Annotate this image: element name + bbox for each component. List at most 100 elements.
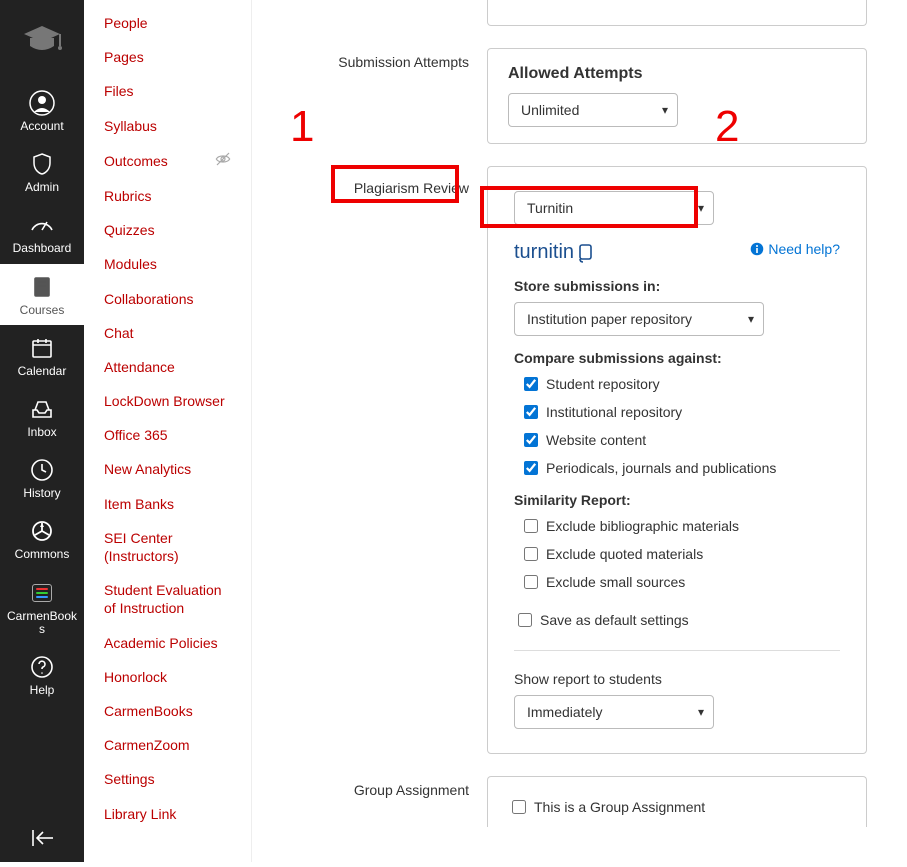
nav-account[interactable]: Account (0, 80, 84, 141)
course-nav-item-label: Collaborations (104, 290, 194, 308)
compare-checkbox-label: Website content (546, 432, 646, 448)
global-nav: Account Admin Dashboard Courses Calendar (0, 0, 84, 862)
assignment-settings-form: Submission Attempts Allowed Attempts Unl… (252, 0, 907, 867)
course-nav-item-label: Settings (104, 770, 155, 788)
info-icon (750, 242, 764, 256)
course-nav-item-label: Student Evaluation of Instruction (104, 581, 231, 617)
course-nav-item[interactable]: Item Banks (84, 487, 251, 521)
turnitin-flag-icon (576, 242, 598, 264)
compare-checkbox[interactable] (524, 433, 538, 447)
graduation-cap-icon (20, 22, 64, 58)
course-nav-item[interactable]: Library Link (84, 797, 251, 831)
course-nav-item[interactable]: Honorlock (84, 660, 251, 694)
course-nav-item-label: Library Link (104, 805, 176, 823)
course-nav-item[interactable]: SEI Center (Instructors) (84, 521, 251, 573)
course-nav-item-label: SEI Center (Instructors) (104, 529, 231, 565)
compare-against-label: Compare submissions against: (514, 350, 840, 366)
course-nav-item[interactable]: Student Evaluation of Instruction (84, 573, 251, 625)
course-nav-item[interactable]: Quizzes (84, 213, 251, 247)
course-nav-item-label: New Analytics (104, 460, 191, 478)
save-default-label: Save as default settings (540, 612, 689, 628)
shield-icon (29, 151, 55, 177)
course-nav-item-label: Chat (104, 324, 134, 342)
store-submissions-label: Store submissions in: (514, 278, 840, 294)
allowed-attempts-select[interactable]: Unlimited ▾ (508, 93, 678, 127)
course-nav-item-label: LockDown Browser (104, 392, 225, 410)
clock-icon (29, 457, 55, 483)
similarity-checkbox[interactable] (524, 519, 538, 533)
divider (514, 650, 840, 651)
course-nav-item-label: CarmenZoom (104, 736, 190, 754)
hidden-eye-icon (215, 151, 231, 171)
course-sidebar[interactable]: People Pages Files SyllabusOutcomes Rubrics Q… (84, 0, 252, 862)
similarity-checkbox-label: Exclude bibliographic materials (546, 518, 739, 534)
course-nav-item-label: Honorlock (104, 668, 167, 686)
compare-checkbox[interactable] (524, 377, 538, 391)
save-default-checkbox[interactable] (518, 613, 532, 627)
plagiarism-review-label: Plagiarism Review (354, 180, 469, 196)
nav-dashboard[interactable]: Dashboard (0, 202, 84, 263)
book-icon (29, 274, 55, 300)
course-nav-item-label: Quizzes (104, 221, 155, 239)
course-nav-item-label: Files (104, 82, 134, 100)
course-nav-item[interactable]: Chat (84, 316, 251, 350)
course-nav-item[interactable]: Attendance (84, 350, 251, 384)
course-nav-item-label: People (104, 14, 148, 32)
group-assignment-checkbox-label: This is a Group Assignment (534, 799, 705, 815)
course-nav-item[interactable]: Pages (84, 40, 251, 74)
allowed-attempts-heading: Allowed Attempts (508, 65, 846, 83)
course-nav-item[interactable]: Collaborations (84, 282, 251, 316)
compare-checkbox[interactable] (524, 405, 538, 419)
course-nav-item[interactable]: Files (84, 74, 251, 108)
course-nav-item[interactable]: Modules (84, 247, 251, 281)
similarity-checkbox[interactable] (524, 575, 538, 589)
course-nav-item[interactable]: Settings (84, 762, 251, 796)
course-nav-item[interactable]: Rubrics (84, 179, 251, 213)
course-nav-item[interactable]: Outcomes (84, 143, 251, 179)
nav-help[interactable]: Help (0, 644, 84, 705)
course-nav-item-label: Modules (104, 255, 157, 273)
course-nav-item-label: Item Banks (104, 495, 174, 513)
compare-checkbox-label: Student repository (546, 376, 660, 392)
user-circle-icon (29, 90, 55, 116)
carmenbooks-icon (29, 580, 55, 606)
compare-checkbox[interactable] (524, 461, 538, 475)
course-nav-item[interactable]: Office 365 (84, 418, 251, 452)
nav-carmenbooks[interactable]: CarmenBooks (0, 570, 84, 644)
nav-collapse-button[interactable] (0, 814, 84, 862)
previous-panel-edge (487, 0, 867, 26)
nav-commons[interactable]: Commons (0, 508, 84, 569)
course-nav-item[interactable]: New Analytics (84, 452, 251, 486)
course-nav-item-label: Rubrics (104, 187, 151, 205)
course-nav-item[interactable]: CarmenZoom (84, 728, 251, 762)
need-help-link[interactable]: Need help? (750, 241, 840, 257)
nav-admin[interactable]: Admin (0, 141, 84, 202)
store-submissions-select[interactable]: Institution paper repository ▾ (514, 302, 764, 336)
course-nav-item[interactable]: LockDown Browser (84, 384, 251, 418)
course-nav-item[interactable]: Syllabus (84, 109, 251, 143)
turnitin-logo: turnitin (514, 241, 598, 264)
show-report-select[interactable]: Immediately ▾ (514, 695, 714, 729)
share-icon (29, 518, 55, 544)
nav-courses[interactable]: Courses (0, 264, 84, 325)
course-nav-item[interactable]: Academic Policies (84, 626, 251, 660)
nav-calendar[interactable]: Calendar (0, 325, 84, 386)
compare-checkbox-label: Periodicals, journals and publications (546, 460, 776, 476)
calendar-icon (29, 335, 55, 361)
plagiarism-tool-select[interactable]: Turnitin ▾ (514, 191, 714, 225)
course-nav-item[interactable]: People (84, 6, 251, 40)
similarity-report-label: Similarity Report: (514, 492, 840, 508)
gauge-icon (29, 212, 55, 238)
similarity-checkbox[interactable] (524, 547, 538, 561)
submission-attempts-label: Submission Attempts (292, 48, 487, 70)
nav-inbox[interactable]: Inbox (0, 386, 84, 447)
group-assignment-checkbox[interactable] (512, 800, 526, 814)
plagiarism-panel: Turnitin ▾ turnitin Need help? Store sub… (487, 166, 867, 754)
show-report-label: Show report to students (514, 671, 840, 687)
compare-checkbox-label: Institutional repository (546, 404, 682, 420)
submission-attempts-panel: Allowed Attempts Unlimited ▾ (487, 48, 867, 144)
similarity-checkbox-label: Exclude quoted materials (546, 546, 703, 562)
nav-history[interactable]: History (0, 447, 84, 508)
group-assignment-label: Group Assignment (292, 776, 487, 798)
course-nav-item[interactable]: CarmenBooks (84, 694, 251, 728)
